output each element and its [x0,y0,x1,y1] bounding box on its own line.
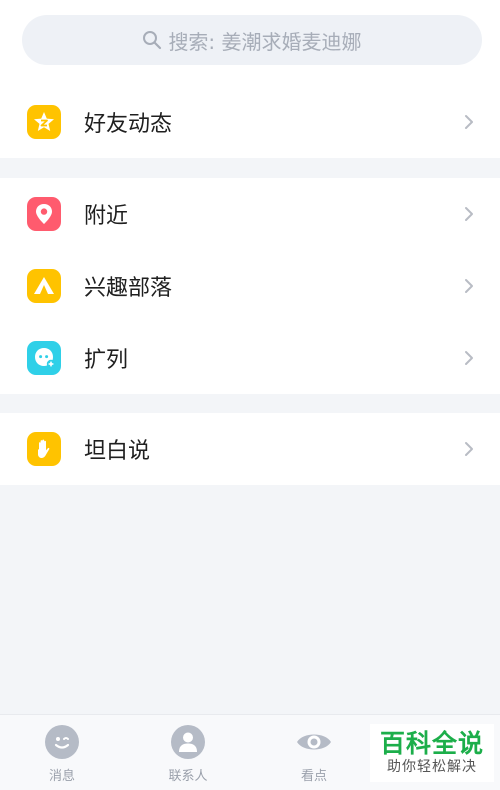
menu-item-label: 兴趣部落 [84,276,173,301]
chevron-right-icon [465,351,473,365]
menu-item-label: 扩列 [84,348,129,373]
message-face-icon [43,723,81,761]
tab-messages[interactable]: 消息 [22,723,102,785]
tab-contacts[interactable]: 联系人 [148,723,228,785]
menu-item-expand-friends[interactable]: 扩列 [0,322,500,394]
search-placeholder: 搜索: 姜潮求婚麦迪娜 [168,29,362,54]
search-icon [143,31,162,50]
chevron-right-icon [465,279,473,293]
tab-watch[interactable]: 看点 [274,723,354,785]
add-friend-face-icon [27,341,61,375]
tab-label: 看点 [300,769,327,784]
menu-item-friend-feed[interactable]: 好友动态 [0,86,500,158]
search-bar[interactable]: 搜索: 姜潮求婚麦迪娜 [22,15,482,65]
contacts-person-icon [169,723,207,761]
raised-hand-icon [27,432,61,466]
menu-item-interest-tribe[interactable]: 兴趣部落 [0,250,500,322]
location-pin-icon [27,197,61,231]
tab-label: 联系人 [168,769,208,784]
group-discover: 附近 兴趣部落 扩列 [0,178,500,394]
menu-item-label: 坦白说 [84,439,151,464]
menu-item-label: 好友动态 [84,112,173,137]
chevron-right-icon [465,207,473,221]
chevron-right-icon [465,115,473,129]
watermark-title: 百科全说 [379,729,484,758]
menu-item-confession[interactable]: 坦白说 [0,413,500,485]
search-area: 搜索: 姜潮求婚麦迪娜 [0,0,500,86]
eye-icon [295,723,333,761]
qzone-star-icon [27,105,61,139]
watermark-subtitle: 助你轻松解决 [387,759,477,775]
tab-label: 消息 [48,769,75,784]
group-confession: 坦白说 [0,413,500,485]
menu-item-label: 附近 [84,204,129,229]
chevron-right-icon [465,442,473,456]
tent-icon [27,269,61,303]
group-friend-feed: 好友动态 [0,86,500,158]
watermark-logo: 百科全说 助你轻松解决 [370,724,494,782]
menu-item-nearby[interactable]: 附近 [0,178,500,250]
